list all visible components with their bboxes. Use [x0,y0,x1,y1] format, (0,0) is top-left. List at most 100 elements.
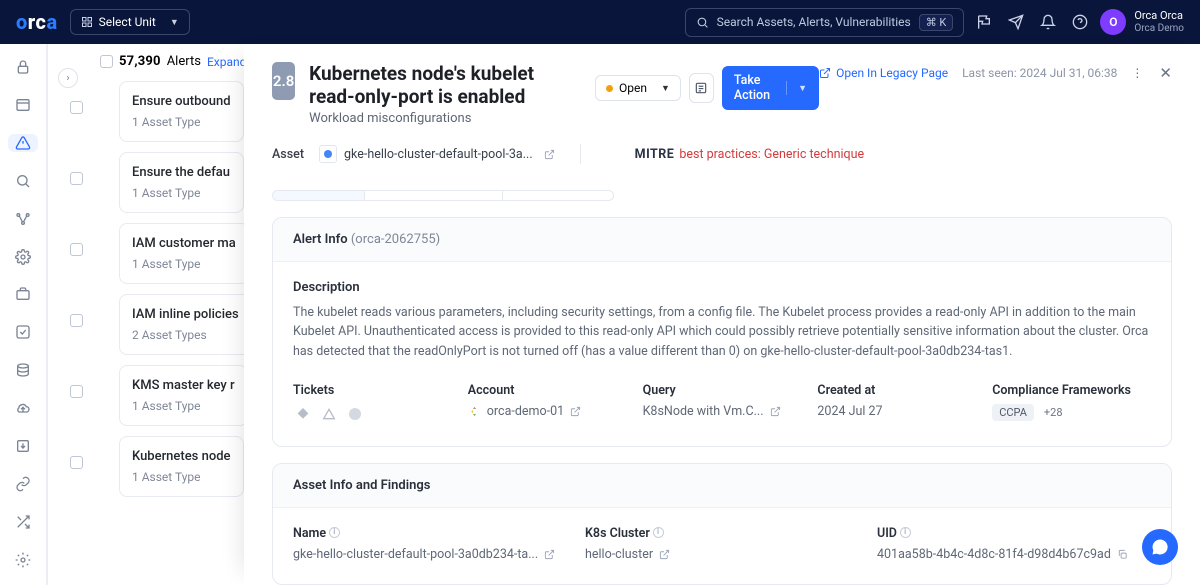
graph-icon [15,211,31,227]
profile-name: Orca Orca [1134,10,1184,22]
open-legacy-link[interactable]: Open In Legacy Page [819,66,948,80]
rail-item-layers[interactable] [8,361,38,379]
compliance-chip[interactable]: CCPA [992,404,1034,421]
rail-item-alerts[interactable] [8,134,38,152]
warning-icon [15,135,31,151]
alert-checkbox[interactable] [70,314,83,327]
external-link-icon [819,67,831,79]
tab-overview[interactable]: Overview [273,191,365,201]
tickets-label: Tickets [293,383,452,398]
jira-icon[interactable] [293,404,313,424]
created-value: 2024 Jul 27 [817,404,976,419]
rail-item-download[interactable] [8,437,38,455]
github-icon[interactable] [345,404,365,424]
alert-checkbox[interactable] [70,385,83,398]
alert-list-item[interactable]: Kubernetes node1 Asset Type [119,436,244,497]
copy-icon[interactable] [1117,549,1128,560]
info-icon[interactable] [329,527,340,538]
rail-item-briefcase[interactable] [8,286,38,304]
rail-item-dashboard[interactable] [8,96,38,114]
external-link-icon [570,406,581,417]
alert-list-item[interactable]: KMS master key r1 Asset Type [119,365,244,426]
info-icon[interactable] [653,527,664,538]
bell-icon[interactable] [1040,14,1056,30]
unit-select-dropdown[interactable]: Select Unit ▼ [70,9,190,35]
query-label: Query [643,383,802,398]
rail-item-search[interactable] [8,172,38,190]
cloud-up-icon [15,400,31,416]
tab-score-breakdown[interactable]: Score Breakdown [365,191,503,201]
asset-name-value[interactable]: gke-hello-cluster-default-pool-3a0db234-… [293,547,567,562]
profile-org: Orca Demo [1134,23,1184,34]
alert-list-item[interactable]: IAM customer ma1 Asset Type [119,223,244,284]
status-label: Open [619,81,647,95]
send-icon[interactable] [1008,14,1024,30]
alerts-count: 57,390 [119,54,161,69]
window-icon [15,97,31,113]
alert-checkbox[interactable] [70,172,83,185]
query-value[interactable]: K8sNode with Vm.C... [643,404,802,419]
search-icon [15,173,31,189]
rail-item-config[interactable] [8,248,38,266]
rail-item-cloud[interactable] [8,399,38,417]
alert-item-title: IAM customer ma [132,236,236,251]
last-seen-value: 2024 Jul 31, 06:38 [1020,66,1118,80]
info-icon[interactable] [900,527,911,538]
rail-item-settings[interactable] [8,551,38,569]
chevron-down-icon: ▼ [798,83,807,94]
status-dropdown[interactable]: Open▼ [595,75,681,101]
note-icon [694,81,708,95]
alert-list-item[interactable]: Ensure outbound1 Asset Type [119,81,244,142]
chat-icon [1151,538,1169,556]
last-seen-label: Last seen: [962,66,1017,80]
global-search-input[interactable]: Search Assets, Alerts, Vulnerabilities ⌘… [685,8,965,37]
alert-item-title: Ensure outbound [132,94,231,109]
external-link-icon [770,406,781,417]
mitre-text: best practices: Generic technique [679,147,864,162]
detail-tabs: Overview Score Breakdown Remediation [272,190,614,201]
alert-item-title: KMS master key r [132,378,235,393]
expand-link[interactable]: Expand [207,55,244,69]
alert-checkbox[interactable] [70,243,83,256]
rail-item-shuffle[interactable] [8,513,38,531]
flag-icon[interactable] [976,14,992,30]
select-all-checkbox[interactable] [100,55,113,68]
collapse-handle[interactable]: › [58,68,78,88]
gcp-icon [319,145,337,163]
alerts-list-column: › 57,390 Alerts Expand Ensure outbound1 … [58,44,244,585]
gcp-icon [468,405,481,418]
rail-item-link[interactable] [8,475,38,493]
profile-menu[interactable]: O Orca Orca Orca Demo [1100,9,1184,35]
rail-item-lock[interactable] [8,58,38,76]
asset-chip[interactable]: gke-hello-cluster-default-pool-3a... [318,144,556,164]
avatar: O [1100,9,1126,35]
lock-icon [15,59,31,75]
mitre-link[interactable]: MITRE best practices: Generic technique [635,147,865,162]
query-text: K8sNode with Vm.C... [643,404,764,419]
rail-item-check[interactable] [8,323,38,341]
tab-remediation[interactable]: Remediation [503,191,613,201]
logo: orca [16,10,58,34]
account-value[interactable]: orca-demo-01 [468,404,627,419]
compliance-more[interactable]: +28 [1044,406,1063,419]
help-icon[interactable] [1072,14,1088,30]
alert-item-title: Ensure the defau [132,165,231,180]
rail-item-graph[interactable] [8,210,38,228]
chat-fab[interactable] [1142,529,1178,565]
alert-checkbox[interactable] [70,101,83,114]
cluster-value[interactable]: hello-cluster [585,547,859,562]
more-menu[interactable]: ⋮ [1131,66,1145,80]
alert-list-item[interactable]: Ensure the defau 1 Asset Type [119,152,244,213]
alert-detail-panel: Open In Legacy Page Last seen: 2024 Jul … [244,44,1200,585]
take-action-button[interactable]: Take Action▼ [722,66,819,110]
triangle-icon[interactable] [319,404,339,424]
created-label: Created at [817,383,976,398]
asset-info-heading: Asset Info and Findings [293,478,430,493]
alert-list-item[interactable]: IAM inline policies2 Asset Types [119,294,244,355]
alert-item-sub: 1 Asset Type [132,470,231,484]
close-button[interactable]: ✕ [1159,64,1172,82]
top-icon-group [976,14,1088,30]
alert-checkbox[interactable] [70,456,83,469]
note-button[interactable] [689,73,714,103]
alert-item-sub: 1 Asset Type [132,186,231,200]
